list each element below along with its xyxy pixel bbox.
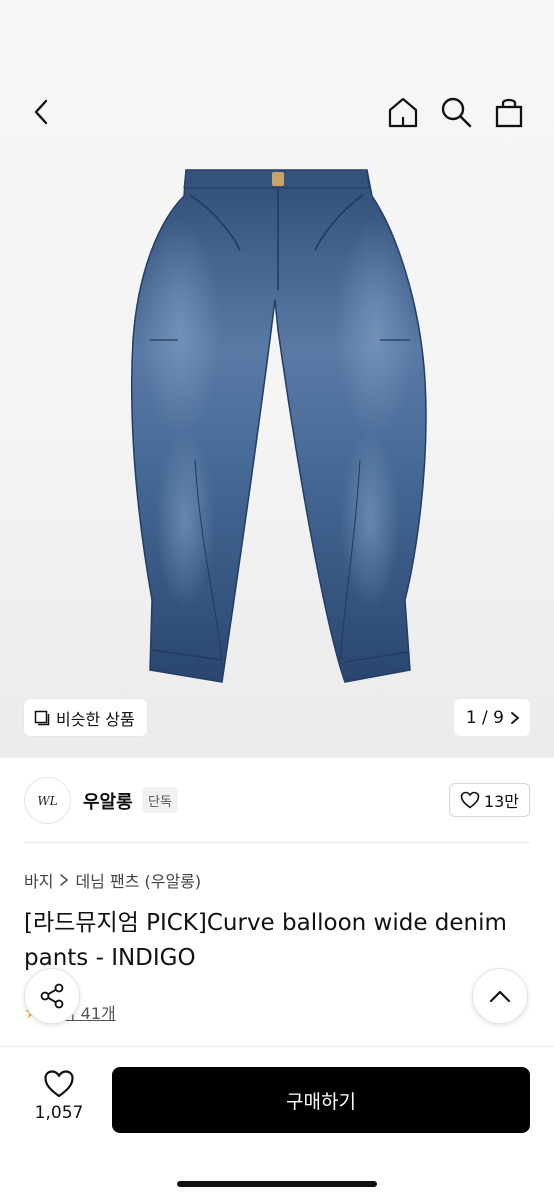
scroll-top-button[interactable]	[472, 968, 528, 1024]
brand-name[interactable]: 우알롱	[83, 788, 133, 814]
page-counter-text: 1 / 9	[465, 707, 504, 728]
buy-button[interactable]: 구매하기	[112, 1067, 530, 1133]
similar-products-button[interactable]: 비슷한 상품	[24, 699, 147, 736]
similar-icon	[34, 710, 50, 725]
image-page-counter[interactable]: 1 / 9	[453, 699, 530, 736]
chevron-right-icon	[60, 874, 69, 886]
heart-icon	[460, 791, 480, 809]
home-button[interactable]	[383, 92, 423, 132]
brand-logo-text: WL	[37, 793, 58, 808]
divider	[24, 842, 530, 843]
brand-row: WL 우알롱 단독 13만	[0, 758, 554, 842]
shopping-bag-icon	[495, 98, 523, 128]
chevron-right-icon	[511, 711, 520, 724]
exclusive-badge: 단독	[142, 787, 178, 813]
search-button[interactable]	[436, 92, 476, 132]
search-icon	[441, 97, 472, 128]
similar-products-label: 비슷한 상품	[56, 709, 135, 729]
home-indicator	[177, 1181, 377, 1187]
brand-like-button[interactable]: 13만	[448, 783, 530, 817]
cart-button[interactable]	[489, 92, 529, 132]
product-image-gallery[interactable]: 비슷한 상품 1 / 9	[0, 0, 554, 758]
back-button[interactable]	[22, 92, 62, 132]
brand-like-count: 13만	[483, 792, 519, 811]
chevron-up-icon	[489, 990, 511, 1003]
breadcrumb-item-category[interactable]: 바지	[24, 868, 53, 892]
breadcrumb: 바지 데님 팬츠 (우알롱)	[24, 868, 201, 892]
wishlist-button[interactable]: 1,057	[24, 1069, 94, 1123]
heart-icon	[44, 1070, 74, 1098]
chevron-left-icon	[34, 99, 48, 125]
wishlist-count: 1,057	[34, 1103, 84, 1123]
share-button[interactable]	[24, 968, 80, 1024]
product-title: [라드뮤지엄 PICK]Curve balloon wide denim pan…	[24, 910, 507, 971]
home-icon	[388, 97, 418, 128]
bottom-purchase-bar: 1,057 구매하기	[0, 1046, 554, 1200]
share-icon	[40, 983, 64, 1009]
breadcrumb-item-subcategory[interactable]: 데님 팬츠 (우알롱)	[75, 868, 201, 892]
brand-logo[interactable]: WL	[24, 777, 71, 824]
